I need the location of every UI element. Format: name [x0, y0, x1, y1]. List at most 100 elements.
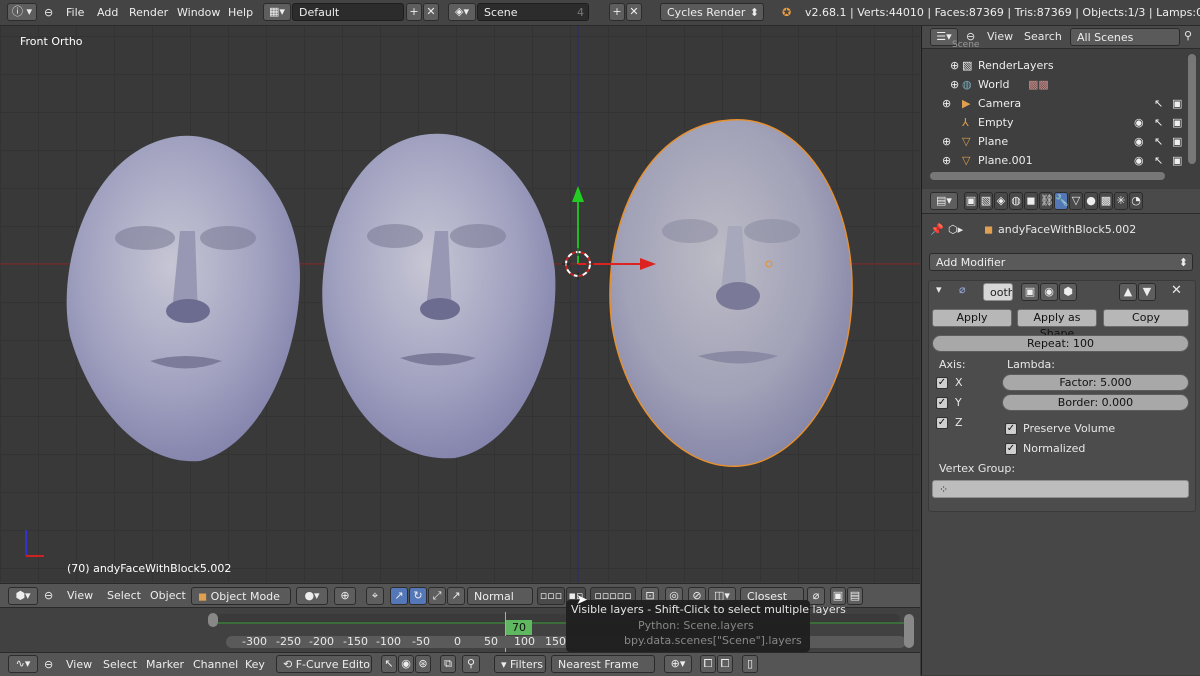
current-frame-indicator[interactable]: 70: [506, 620, 532, 635]
scale-manipulator-icon[interactable]: ⤢: [428, 587, 446, 605]
render-engine-select[interactable]: Cycles Render ⬍: [660, 3, 764, 21]
restrict-select-icon[interactable]: ↖: [1154, 94, 1163, 113]
cursor-to-selected-icon[interactable]: ▯: [742, 655, 758, 673]
texture-tab-icon[interactable]: ▩: [1099, 192, 1113, 210]
collapse-menu-icon[interactable]: ⊖: [44, 0, 53, 25]
scroll-handle-left[interactable]: [208, 613, 218, 627]
menu-render[interactable]: Render: [129, 0, 168, 25]
face-mesh-1[interactable]: [66, 135, 300, 462]
physics-tab-icon[interactable]: ◔: [1129, 192, 1143, 210]
expand-icon[interactable]: ⊕: [950, 75, 959, 94]
world-tab-icon[interactable]: ◍: [1009, 192, 1023, 210]
editor-type-properties-icon[interactable]: ▤▾: [930, 192, 958, 210]
interaction-mode-select[interactable]: ◼ Object Mode: [191, 587, 291, 605]
add-scene-icon[interactable]: +: [609, 3, 625, 21]
repeat-slider[interactable]: Repeat: 100: [932, 335, 1189, 352]
data-tab-icon[interactable]: ▽: [1069, 192, 1083, 210]
constraints-tab-icon[interactable]: ⛓: [1039, 192, 1054, 210]
restrict-select-icon[interactable]: ↖: [1154, 132, 1163, 151]
ghost-curves-icon[interactable]: ⧉: [440, 655, 456, 673]
transform-orientation-select[interactable]: Normal: [467, 587, 533, 605]
outliner-row-empty[interactable]: ⅄ Empty ◉ ↖ ▣: [922, 113, 1187, 132]
show-render-icon[interactable]: ▣: [1021, 283, 1039, 301]
collapse-menu-icon[interactable]: ⊖: [44, 653, 53, 676]
translate-manipulator-icon[interactable]: ↗: [390, 587, 408, 605]
visibility-eye-icon[interactable]: ◉: [1134, 151, 1144, 170]
filters-button[interactable]: ▾ Filters: [494, 655, 546, 673]
axis-y-checkbox[interactable]: ✓: [936, 397, 948, 409]
manipulator-toggle-icon[interactable]: ⌖: [366, 587, 384, 605]
add-modifier-select[interactable]: Add Modifier ⬍: [929, 253, 1193, 271]
copy-button[interactable]: Copy: [1103, 309, 1189, 327]
scene-tab-icon[interactable]: ◈: [994, 192, 1008, 210]
menu-file[interactable]: File: [66, 0, 84, 25]
normalized-checkbox[interactable]: ✓: [1005, 443, 1017, 455]
screen-layout-icon[interactable]: ▦▾: [263, 3, 291, 21]
collapse-menu-icon[interactable]: ⊖: [44, 584, 53, 608]
scene-icon[interactable]: ◈▾: [448, 3, 476, 21]
restrict-select-icon[interactable]: ↖: [1154, 113, 1163, 132]
object-tab-icon[interactable]: ◼: [1024, 192, 1038, 210]
apply-button[interactable]: Apply: [932, 309, 1012, 327]
editor-type-3dview-icon[interactable]: ⬢▾: [8, 587, 38, 605]
editor-type-graph-icon[interactable]: ∿▾: [8, 655, 38, 673]
renderlayers-tab-icon[interactable]: ▧: [979, 192, 993, 210]
manipulator-space-icon[interactable]: ↗: [447, 587, 465, 605]
outliner-row-plane001[interactable]: ⊕ ▽ Plane.001 ◉ ↖ ▣: [922, 151, 1187, 170]
restrict-render-icon[interactable]: ▣: [1172, 113, 1182, 132]
only-selected-icon[interactable]: ↖: [381, 655, 397, 673]
menu-select[interactable]: Select: [103, 653, 137, 676]
menu-select[interactable]: Select: [107, 584, 141, 608]
remove-scene-icon[interactable]: ✕: [626, 3, 642, 21]
factor-slider[interactable]: Factor: 5.000: [1002, 374, 1189, 391]
search-icon[interactable]: ⚲: [462, 655, 480, 673]
menu-key[interactable]: Key: [245, 653, 265, 676]
modifier-name-field[interactable]: ooth: [983, 283, 1013, 301]
modifiers-tab-icon[interactable]: 🔧: [1054, 192, 1069, 210]
vertex-group-field[interactable]: ⁘: [932, 480, 1189, 498]
auto-snap-select[interactable]: Nearest Frame: [551, 655, 655, 673]
border-slider[interactable]: Border: 0.000: [1002, 394, 1189, 411]
graph-mode-select[interactable]: ⟲ F-Curve Edito: [276, 655, 372, 673]
move-up-icon[interactable]: ▲: [1119, 283, 1137, 301]
pivot-point-icon[interactable]: ⊕: [334, 587, 356, 605]
menu-add[interactable]: Add: [97, 0, 118, 25]
outliner[interactable]: ☰▾ ⊖ View Search All Scenes ⚲ Scene ⊕ ▧ …: [922, 26, 1200, 188]
menu-window[interactable]: Window: [177, 0, 220, 25]
show-editmode-icon[interactable]: ⬢: [1059, 283, 1077, 301]
rotate-manipulator-icon[interactable]: ↻: [409, 587, 427, 605]
menu-view[interactable]: View: [66, 653, 92, 676]
material-tab-icon[interactable]: ●: [1084, 192, 1098, 210]
particles-tab-icon[interactable]: ✳: [1114, 192, 1128, 210]
add-layout-icon[interactable]: +: [406, 3, 422, 21]
menu-view[interactable]: View: [67, 584, 93, 608]
restrict-select-icon[interactable]: ↖: [1154, 151, 1163, 170]
preserve-volume-checkbox[interactable]: ✓: [1005, 423, 1017, 435]
editor-type-info-icon[interactable]: ⓘ ▾: [7, 3, 37, 21]
show-viewport-icon[interactable]: ◉: [1040, 283, 1058, 301]
outliner-row-renderlayers[interactable]: ⊕ ▧ RenderLayers: [922, 56, 1187, 75]
menu-marker[interactable]: Marker: [146, 653, 184, 676]
scene-field[interactable]: Scene 4: [477, 3, 589, 21]
render-animation-icon[interactable]: ▤: [847, 587, 863, 605]
show-errors-icon[interactable]: ⊛: [415, 655, 431, 673]
face-mesh-2[interactable]: [322, 133, 556, 459]
outliner-row-world[interactable]: ⊕ ◍ World ▩▩: [922, 75, 1187, 94]
vertical-scroll-handle[interactable]: [904, 614, 914, 648]
expand-icon[interactable]: ⊕: [950, 56, 959, 75]
render-tab-icon[interactable]: ▣: [964, 192, 978, 210]
apply-as-shape-button[interactable]: Apply as Shape: [1017, 309, 1097, 340]
expand-icon[interactable]: ⊕: [942, 132, 951, 151]
expand-icon[interactable]: ⊕: [942, 94, 951, 113]
face-mesh-selected[interactable]: [609, 119, 853, 467]
remove-layout-icon[interactable]: ✕: [423, 3, 439, 21]
outliner-row-plane[interactable]: ⊕ ▽ Plane ◉ ↖ ▣: [922, 132, 1187, 151]
restrict-render-icon[interactable]: ▣: [1172, 151, 1182, 170]
layer-buttons-1[interactable]: ▫▫▫: [537, 587, 565, 605]
collapse-panel-icon[interactable]: ▾: [936, 283, 942, 296]
paste-keys-icon[interactable]: ⧠: [717, 655, 733, 673]
screen-layout-field[interactable]: Default: [292, 3, 404, 21]
outliner-v-scrollbar[interactable]: [1188, 54, 1196, 164]
restrict-render-icon[interactable]: ▣: [1172, 132, 1182, 151]
menu-channel[interactable]: Channel: [193, 653, 238, 676]
